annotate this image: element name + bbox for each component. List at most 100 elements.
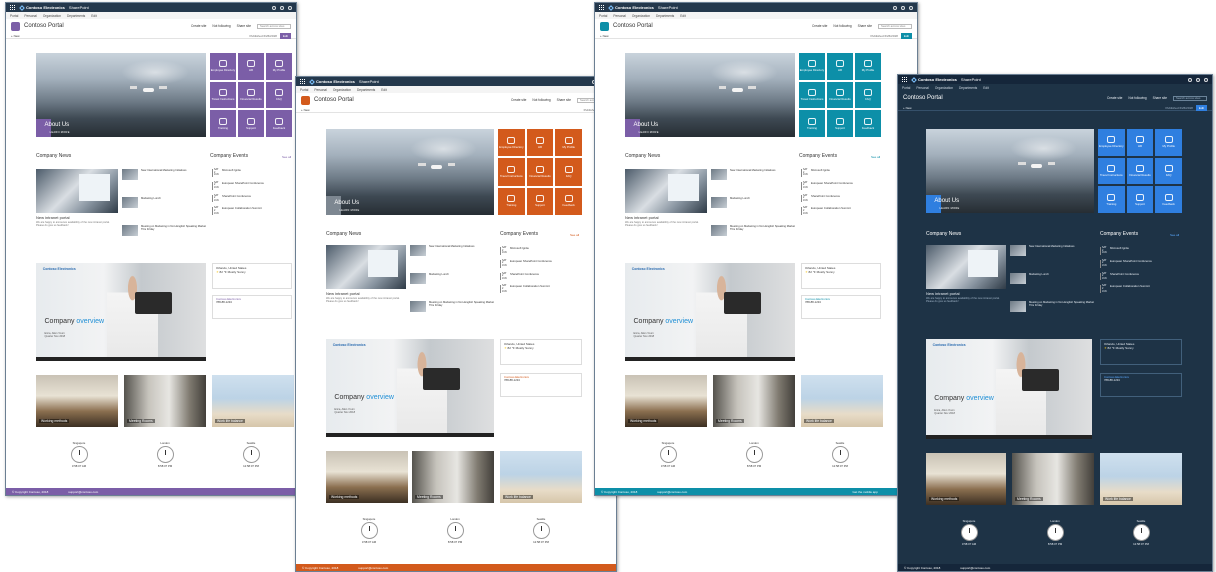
tile-hr[interactable]: HR — [827, 53, 853, 80]
video-controls[interactable] — [625, 357, 795, 361]
tile-feedback[interactable]: Feedback — [266, 110, 292, 137]
nav-portal[interactable]: Portal — [10, 14, 18, 18]
news-main-image[interactable] — [625, 169, 707, 213]
tile-faq[interactable]: FAQ — [266, 81, 292, 109]
tile-my-profile[interactable]: My Profile — [266, 53, 292, 80]
nav-departments[interactable]: Departments — [959, 86, 977, 90]
video-controls[interactable] — [326, 433, 494, 437]
hero-about-us[interactable]: About Us LEARN MORE — [625, 53, 795, 137]
tile-support[interactable]: Support — [1126, 186, 1154, 213]
event-item[interactable]: SAT 2 JUN SharePoint Conference — [1100, 272, 1182, 281]
hero-link[interactable]: LEARN MORE — [639, 131, 659, 134]
new-button[interactable]: + New — [600, 34, 609, 38]
news-main-image[interactable] — [926, 245, 1006, 289]
tile-support[interactable]: Support — [238, 110, 264, 137]
news-main-headline[interactable]: New intranet portal — [926, 291, 960, 296]
nav-organization[interactable]: Organization — [632, 14, 650, 18]
photo-meeting-rooms[interactable]: Meeting Rooms — [412, 451, 494, 503]
hero-about-us[interactable]: About Us LEARN MORE — [326, 129, 494, 215]
news-main-image[interactable] — [326, 245, 406, 289]
nav-edit[interactable]: Edit — [381, 88, 387, 92]
notifications-icon[interactable] — [893, 5, 897, 10]
event-item[interactable]: SAT 2 JUN SharePoint Conference — [801, 194, 881, 203]
company-video[interactable]: Contoso Electronics Company overview Eri… — [625, 263, 795, 361]
event-item[interactable]: SAT 2 JUN European Collaboration Summit — [1100, 285, 1182, 294]
nav-organization[interactable]: Organization — [935, 86, 953, 90]
footer-email[interactable]: support@contoso.com — [657, 490, 687, 494]
settings-icon[interactable] — [1196, 77, 1200, 82]
photo-work-life[interactable]: Work life balance — [1100, 453, 1182, 505]
photo-meeting-rooms[interactable]: Meeting Rooms — [713, 375, 795, 427]
tile-employee-directory[interactable]: Employee Directory — [1098, 129, 1125, 156]
nav-personal[interactable]: Personal — [24, 14, 37, 18]
news-main-headline[interactable]: New intranet portal — [326, 291, 360, 296]
event-item[interactable]: SAT 2 JUN European SharePoint Conference — [500, 259, 582, 268]
tile-financial[interactable]: Financial Results — [238, 81, 264, 109]
search-input[interactable]: Search across sites — [1173, 95, 1207, 101]
tile-employee-directory[interactable]: Employee Directory — [210, 53, 236, 80]
nav-portal[interactable]: Portal — [300, 88, 308, 92]
nav-departments[interactable]: Departments — [357, 88, 375, 92]
tile-support[interactable]: Support — [827, 110, 853, 137]
share-site-button[interactable]: Share site — [237, 24, 251, 28]
company-video[interactable]: Contoso Electronics Company overview Eri… — [926, 339, 1092, 439]
avatar[interactable] — [909, 5, 913, 10]
new-button[interactable]: + New — [11, 34, 20, 38]
tile-training[interactable]: Training — [1098, 186, 1125, 213]
brand[interactable]: Contoso Electronics — [911, 76, 957, 83]
photo-work-life[interactable]: Work life balance — [212, 375, 294, 427]
photo-meeting-rooms[interactable]: Meeting Rooms — [124, 375, 206, 427]
nav-portal[interactable]: Portal — [599, 14, 607, 18]
follow-button[interactable]: Not following — [833, 24, 851, 28]
footer-mobile-link[interactable]: Get the mobile app — [852, 490, 877, 494]
news-main-headline[interactable]: New intranet portal — [36, 215, 70, 220]
nav-portal[interactable]: Portal — [902, 86, 910, 90]
nav-personal[interactable]: Personal — [613, 14, 626, 18]
news-item[interactable]: Marketing Lunch — [122, 197, 206, 208]
nav-edit[interactable]: Edit — [983, 86, 989, 90]
nav-edit[interactable]: Edit — [91, 14, 97, 18]
news-item[interactable]: Marketing Lunch — [711, 197, 795, 208]
site-title[interactable]: Contoso Portal — [613, 23, 653, 29]
tile-travel[interactable]: Travel Instructions — [498, 158, 525, 186]
tile-employee-directory[interactable]: Employee Directory — [498, 129, 525, 157]
news-item[interactable]: Meeting on Marketing in Non-English Spea… — [410, 301, 494, 312]
edit-button[interactable]: Edit — [279, 32, 291, 39]
event-item[interactable]: SAT 2 JUN European SharePoint Conference — [801, 181, 881, 190]
create-site-button[interactable]: Create site — [1107, 96, 1122, 100]
tile-faq[interactable]: FAQ — [1155, 157, 1182, 185]
video-controls[interactable] — [36, 357, 206, 361]
tile-training[interactable]: Training — [498, 187, 525, 215]
tile-my-profile[interactable]: My Profile — [1155, 129, 1182, 156]
notifications-icon[interactable] — [1188, 77, 1192, 82]
company-video[interactable]: Contoso Electronics Company overview Eri… — [36, 263, 206, 361]
brand[interactable]: Contoso Electronics — [19, 4, 65, 11]
news-item[interactable]: New International Marketing Initiatives — [711, 169, 795, 180]
tile-hr[interactable]: HR — [1126, 129, 1154, 156]
tile-faq[interactable]: FAQ — [555, 158, 582, 186]
nav-edit[interactable]: Edit — [680, 14, 686, 18]
nav-departments[interactable]: Departments — [67, 14, 85, 18]
photo-meeting-rooms[interactable]: Meeting Rooms — [1012, 453, 1094, 505]
new-button[interactable]: + New — [903, 106, 912, 110]
events-see-all-link[interactable]: See all — [1170, 233, 1179, 237]
event-item[interactable]: SAT 2 JUN European Collaboration Summit — [212, 207, 292, 216]
follow-button[interactable]: Not following — [532, 98, 550, 102]
event-item[interactable]: SAT 2 JUN Microsoft Ignite — [1100, 246, 1182, 255]
notifications-icon[interactable] — [272, 5, 276, 10]
tile-faq[interactable]: FAQ — [855, 81, 881, 109]
events-see-all-link[interactable]: See all — [282, 155, 291, 159]
event-item[interactable]: SAT 2 JUN European SharePoint Conference — [212, 181, 292, 190]
event-item[interactable]: SAT 2 JUN European Collaboration Summit — [801, 207, 881, 216]
tile-my-profile[interactable]: My Profile — [855, 53, 881, 80]
follow-button[interactable]: Not following — [1128, 96, 1146, 100]
brand[interactable]: Contoso Electronics — [608, 4, 654, 11]
hero-link[interactable]: LEARN MORE — [939, 207, 959, 210]
nav-organization[interactable]: Organization — [43, 14, 61, 18]
new-button[interactable]: + New — [301, 108, 310, 112]
avatar[interactable] — [1204, 77, 1208, 82]
follow-button[interactable]: Not following — [212, 24, 230, 28]
tile-training[interactable]: Training — [210, 110, 236, 137]
tile-employee-directory[interactable]: Employee Directory — [799, 53, 825, 80]
footer-email[interactable]: support@contoso.com — [68, 490, 98, 494]
